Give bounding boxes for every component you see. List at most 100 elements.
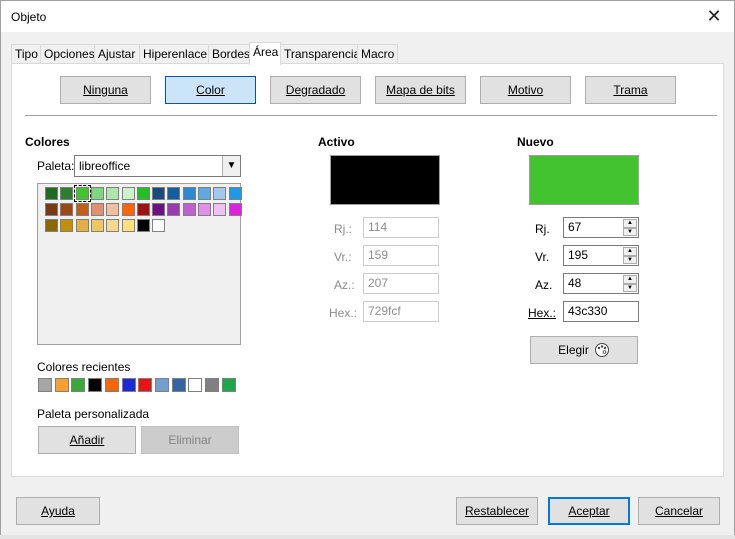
palette-swatch[interactable] [90,203,104,216]
spin-up-icon[interactable]: ▲ [623,247,637,256]
palette-swatch[interactable] [106,219,120,232]
reset-button[interactable]: Restablecer [456,497,538,525]
tab-area[interactable]: Área [249,42,281,65]
palette-swatch[interactable] [60,187,74,200]
palette-swatch[interactable] [228,203,242,216]
fill-hatch-button[interactable]: Trama [585,76,676,104]
add-color-label: Añadir [69,433,105,447]
palette-swatch[interactable] [90,219,104,232]
palette-swatch[interactable] [106,203,120,216]
fill-bitmap-button[interactable]: Mapa de bits [375,76,466,104]
recent-color-swatch[interactable] [88,378,103,392]
red-spinner[interactable]: ▲ ▼ [623,219,637,236]
cancel-label: Cancelar [654,504,704,518]
new-heading: Nuevo [517,135,554,149]
active-red-field: 114 [363,217,439,238]
palette-swatch[interactable] [182,203,196,216]
palette-icon [594,343,609,357]
fill-gradient-button[interactable]: Degradado [270,76,361,104]
fill-color-button[interactable]: Color [165,76,256,104]
palette-swatch[interactable] [198,203,211,216]
recent-color-swatch[interactable] [221,378,236,392]
active-blue-label: Az.: [334,278,355,292]
pick-color-button[interactable]: Elegir [530,336,638,364]
recent-color-swatch[interactable] [104,378,119,392]
palette-swatch[interactable] [90,187,104,200]
blue-spinner[interactable]: ▲ ▼ [623,275,637,292]
palette-swatch[interactable] [136,219,150,232]
palette-swatch[interactable] [75,219,89,232]
fill-none-label: Ninguna [83,83,128,97]
recent-color-swatch[interactable] [38,378,52,392]
recent-color-swatch[interactable] [188,378,203,392]
active-hex-label: Hex.: [329,306,358,320]
cancel-button[interactable]: Cancelar [638,497,720,525]
recent-color-swatch[interactable] [138,378,153,392]
palette-swatch[interactable] [136,203,150,216]
palette-swatch[interactable] [152,203,166,216]
palette-swatch[interactable] [136,187,150,200]
tab-macro[interactable]: Macro [357,44,398,64]
tab-bar: Tipo Opciones Ajustar Hiperenlace Bordes… [11,42,723,65]
palette-swatch[interactable] [213,203,227,216]
active-red-label: Rj.: [334,222,352,236]
active-blue-field: 207 [363,273,439,294]
palette-swatch[interactable] [60,219,74,232]
new-blue-value: 48 [568,276,582,290]
palette-swatch[interactable] [73,185,91,202]
palette-swatch[interactable] [213,187,227,200]
recent-color-swatch[interactable] [154,378,169,392]
spin-down-icon[interactable]: ▼ [623,283,637,292]
object-dialog: Objeto ✕ Tipo Opciones Ajustar Hiperenla… [0,0,735,539]
tab-opciones[interactable]: Opciones [40,44,95,64]
palette-swatch[interactable] [182,187,196,200]
tab-hiperenlace[interactable]: Hiperenlace [139,44,209,64]
new-green-field[interactable]: 195 ▲ ▼ [563,245,639,266]
tab-tipo[interactable]: Tipo [11,44,41,64]
spin-up-icon[interactable]: ▲ [623,275,637,284]
fill-none-button[interactable]: Ninguna [60,76,151,104]
palette-swatch[interactable] [45,219,58,232]
status-strip [0,535,735,539]
new-hex-field[interactable]: 43c330 [563,301,639,322]
active-hex-field: 729fcf [363,301,439,322]
new-blue-field[interactable]: 48 ▲ ▼ [563,273,639,294]
palette-swatch[interactable] [106,187,120,200]
recent-color-swatch[interactable] [171,378,186,392]
ok-button[interactable]: Aceptar [548,497,630,525]
help-button[interactable]: Ayuda [16,497,100,525]
title-bar: Objeto ✕ [1,1,734,32]
palette-swatch[interactable] [121,219,135,232]
tab-ajustar[interactable]: Ajustar [94,44,140,64]
fill-pattern-button[interactable]: Motivo [480,76,571,104]
custom-palette-label: Paleta personalizada [37,407,150,421]
add-color-button[interactable]: Añadir [38,426,136,454]
close-icon[interactable]: ✕ [694,1,734,32]
palette-swatch[interactable] [167,203,181,216]
palette-swatch[interactable] [152,219,166,232]
tab-transparencia[interactable]: Transparencia [280,44,360,64]
recent-color-swatch[interactable] [205,378,219,392]
palette-swatch[interactable] [152,187,166,200]
palette-swatch[interactable] [198,187,211,200]
tab-bordes[interactable]: Bordes [208,44,250,64]
new-red-field[interactable]: 67 ▲ ▼ [563,217,639,238]
spin-down-icon[interactable]: ▼ [623,255,637,264]
palette-swatch[interactable] [45,187,58,200]
palette-swatch[interactable] [60,203,74,216]
spin-up-icon[interactable]: ▲ [623,219,637,228]
pick-color-label: Elegir [558,343,589,357]
palette-swatch[interactable] [228,187,242,200]
recent-color-swatch[interactable] [54,378,69,392]
new-color-preview [529,155,639,205]
green-spinner[interactable]: ▲ ▼ [623,247,637,264]
palette-swatch[interactable] [45,203,58,216]
palette-swatch[interactable] [121,203,135,216]
spin-down-icon[interactable]: ▼ [623,227,637,236]
recent-color-swatch[interactable] [71,378,86,392]
palette-swatch[interactable] [167,187,181,200]
palette-select[interactable]: libreoffice ▼ [74,155,241,177]
palette-swatch[interactable] [121,187,135,200]
recent-color-swatch[interactable] [121,378,136,392]
palette-swatch[interactable] [75,203,89,216]
